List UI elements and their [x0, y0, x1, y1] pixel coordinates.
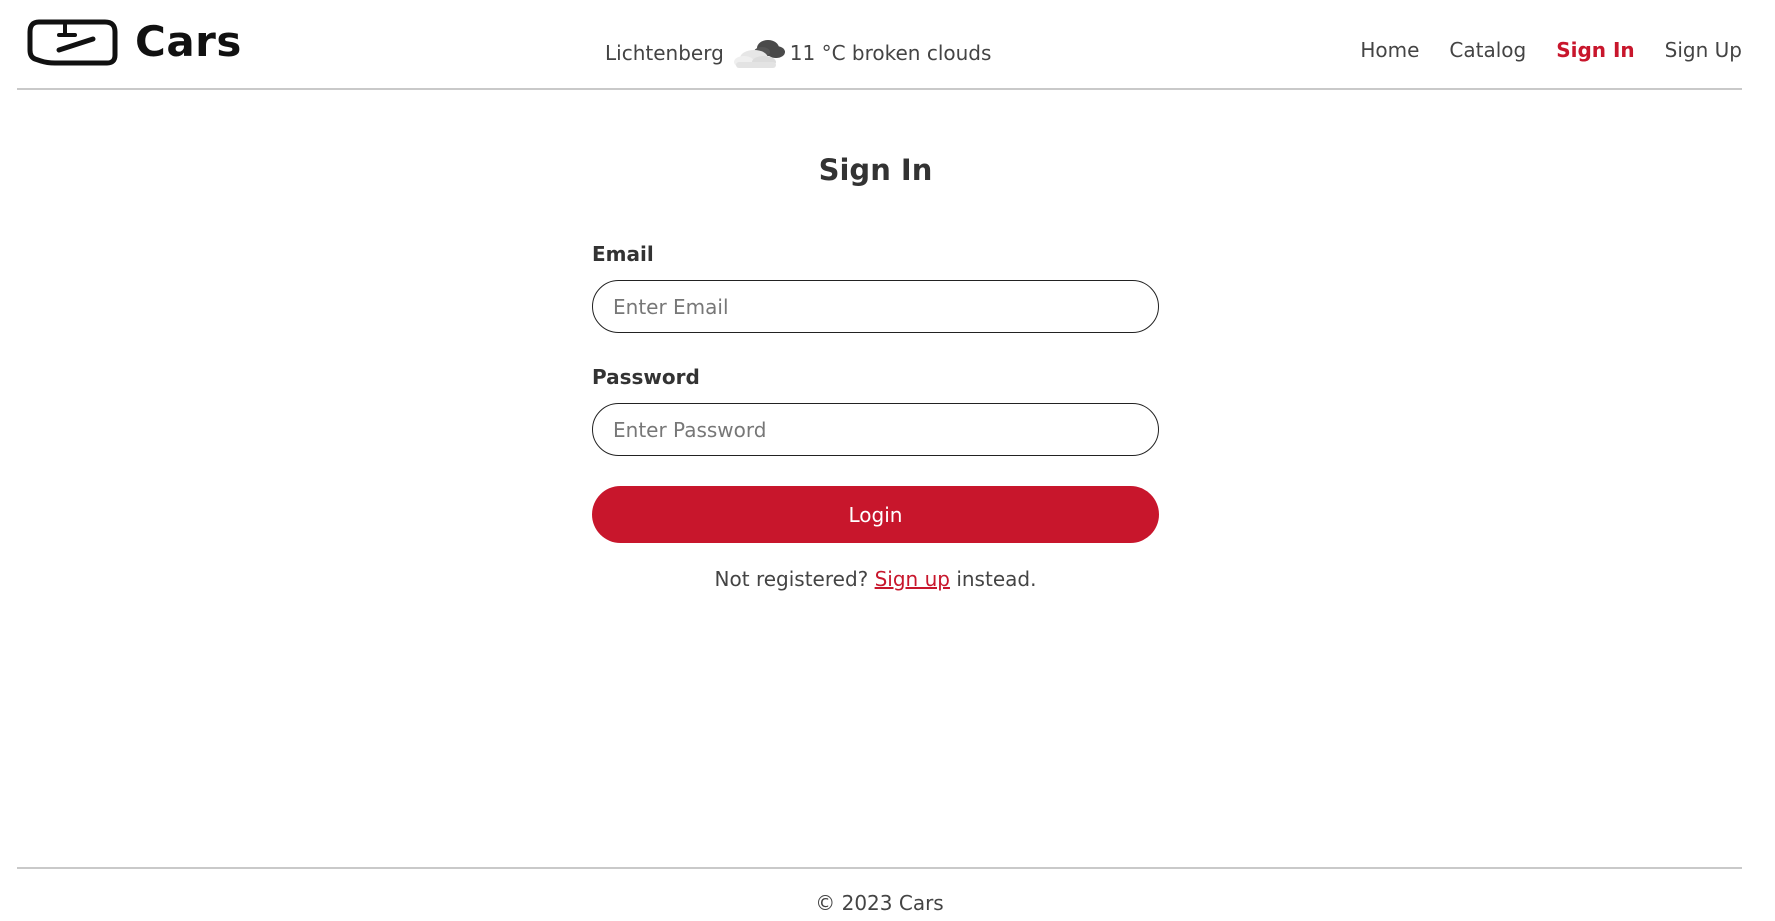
email-label: Email — [592, 242, 654, 266]
site-footer: © 2023 Cars — [17, 867, 1742, 915]
copyright-text: © 2023 Cars — [815, 891, 944, 915]
sign-in-form: Sign In Email Password Login Not registe… — [592, 150, 1159, 591]
page-title: Sign In — [818, 153, 933, 187]
signup-prompt-after: instead. — [956, 567, 1037, 591]
signup-prompt: Not registered? Sign up instead. — [592, 567, 1159, 591]
nav-sign-in[interactable]: Sign In — [1556, 38, 1634, 62]
password-field-group: Password — [592, 363, 1159, 456]
login-button[interactable]: Login — [592, 486, 1159, 543]
weather-widget: Lichtenberg 11 °C broken clouds — [605, 36, 991, 70]
email-field-group: Email — [592, 240, 1159, 333]
broken-clouds-icon — [733, 40, 785, 68]
weather-temperature: 11 °C — [789, 41, 846, 65]
brand-name: Cars — [135, 17, 242, 66]
signup-link[interactable]: Sign up — [875, 567, 950, 591]
page: Cars Lichtenberg 11 °C broken clouds Hom… — [0, 0, 1775, 921]
nav-home[interactable]: Home — [1360, 38, 1419, 62]
weather-city: Lichtenberg — [605, 41, 724, 65]
nav-catalog[interactable]: Catalog — [1449, 38, 1526, 62]
password-label: Password — [592, 365, 700, 389]
weather-description: broken clouds — [851, 41, 992, 65]
email-input[interactable] — [592, 280, 1159, 333]
signup-prompt-before: Not registered? — [714, 567, 875, 591]
password-input[interactable] — [592, 403, 1159, 456]
main-nav: Home Catalog Sign In Sign Up — [1330, 38, 1742, 62]
car-windshield-icon — [27, 19, 118, 66]
brand-home-link[interactable]: Cars — [25, 17, 242, 67]
site-header: Cars Lichtenberg 11 °C broken clouds Hom… — [17, 0, 1742, 90]
nav-sign-up[interactable]: Sign Up — [1665, 38, 1742, 62]
